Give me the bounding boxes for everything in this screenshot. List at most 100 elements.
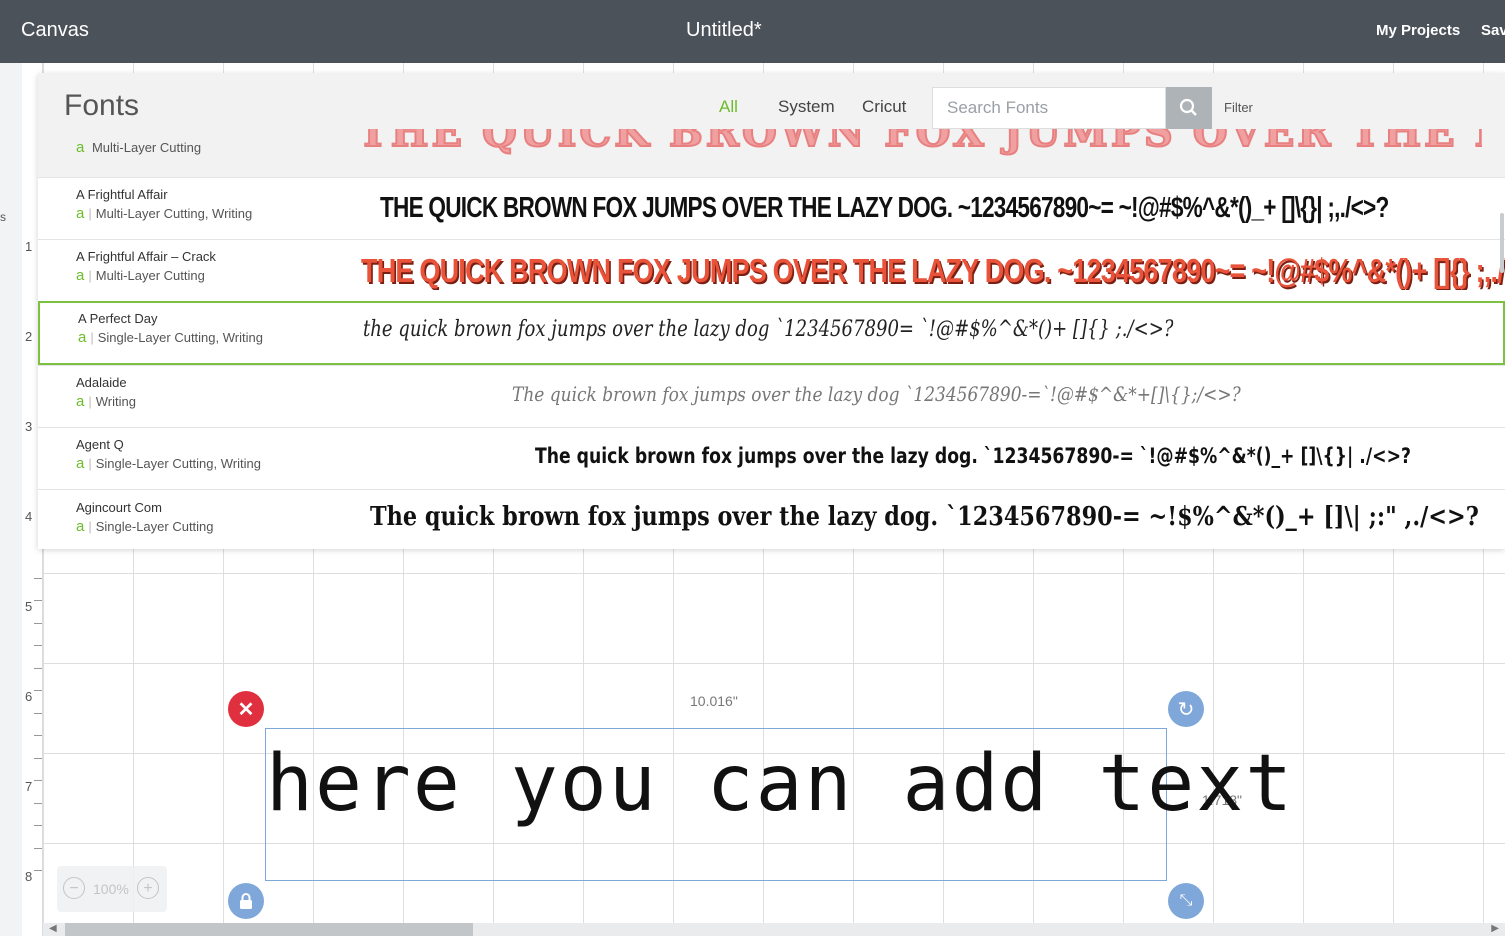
tab-system[interactable]: System [778, 97, 835, 117]
divider: | [88, 206, 92, 221]
search-button[interactable] [1166, 87, 1212, 129]
font-list-item[interactable]: Adalaide a | Writing The quick brown fox j… [38, 365, 1505, 428]
delete-handle[interactable]: ✕ [228, 691, 264, 727]
font-name: Agent Q [76, 437, 124, 452]
divider: | [88, 268, 92, 283]
divider: | [88, 456, 92, 471]
divider: | [90, 330, 94, 345]
top-header-bar: Canvas Untitled* My Projects Sav [0, 0, 1505, 63]
font-sample-text: The quick brown fox jumps over the lazy … [535, 444, 1411, 468]
search-icon [1179, 98, 1197, 116]
font-category-label: Single-Layer Cutting [95, 519, 214, 534]
ruler-tick [34, 848, 42, 849]
divider: | [88, 519, 92, 534]
ruler-tick [34, 690, 42, 691]
font-type-icon: a [76, 139, 85, 156]
font-name: Agincourt Com [76, 500, 162, 515]
scroll-left-icon[interactable]: ◀ [49, 923, 57, 934]
font-type-icon: a [76, 205, 85, 222]
rotate-icon: ↻ [1177, 698, 1195, 721]
text-object-content[interactable]: here you can add text [266, 739, 1292, 829]
font-category: a | Single-Layer Cutting, Writing [76, 455, 261, 472]
font-list-item[interactable]: Agent Q a | Single-Layer Cutting, Writing … [38, 427, 1505, 490]
font-type-icon: a [76, 393, 85, 410]
save-button[interactable]: Sav [1481, 22, 1505, 39]
my-projects-button[interactable]: My Projects [1376, 22, 1460, 39]
font-type-icon: a [78, 329, 87, 346]
fonts-panel-header: Fonts All System Cricut Filter a Multi-L… [38, 73, 1505, 177]
document-title[interactable]: Untitled* [686, 19, 762, 42]
ruler-label: 7 [25, 779, 33, 794]
tab-cricut[interactable]: Cricut [862, 97, 906, 117]
ruler-tick [34, 870, 42, 871]
horizontal-scrollbar[interactable]: ◀ ▶ [43, 923, 1505, 936]
font-category-label: Writing [95, 394, 136, 409]
lock-handle[interactable] [228, 883, 264, 919]
font-list-scrollbar[interactable] [1500, 213, 1504, 273]
font-sample-text: The quick brown fox jumps over the lazy … [370, 502, 1479, 532]
font-sample-text: the quick brown fox jumps over the lazy … [363, 317, 1174, 342]
font-category: a | Multi-Layer Cutting, Writing [76, 205, 252, 222]
ruler-label: 5 [25, 599, 33, 614]
ruler-tick [34, 780, 42, 781]
font-list-item-selected[interactable]: A Perfect Day a | Single-Layer Cutting, Wr… [38, 301, 1505, 365]
zoom-in-button[interactable]: + [137, 877, 159, 899]
text-object-bounding-box[interactable]: here you can add text [265, 728, 1292, 881]
ruler-label: 8 [25, 869, 33, 884]
font-list-item[interactable]: A Frightful Affair a | Multi-Layer Cutting… [38, 177, 1505, 240]
close-icon: ✕ [237, 698, 255, 721]
ruler-label: 3 [25, 419, 33, 434]
font-category: a | Writing [76, 393, 136, 410]
ruler-tick [34, 803, 42, 804]
font-sample-partial: THE QUICK BROWN FOX JUMPS OVER THE LAZY … [358, 129, 1482, 159]
font-type-icon: a [76, 518, 85, 535]
font-list-item[interactable]: Agincourt Com a | Single-Layer Cutting The… [38, 489, 1505, 549]
zoom-level: 100% [93, 881, 129, 897]
scrollbar-thumb[interactable] [65, 923, 473, 936]
font-list-item[interactable]: A Frightful Affair – Crack a | Multi-Layer… [38, 239, 1505, 302]
font-name: A Frightful Affair – Crack [76, 249, 216, 264]
ruler-tick [34, 645, 42, 646]
font-sample-text: THE QUICK BROWN FOX JUMPS OVER THE LAZY … [358, 129, 1482, 157]
font-sample-text: The quick brown fox jumps over the lazy … [512, 382, 1241, 406]
zoom-control: − 100% + [57, 866, 167, 912]
ruler-label: 2 [25, 329, 33, 344]
ruler-tick [34, 578, 42, 579]
filter-button[interactable]: Filter [1224, 100, 1253, 115]
font-sample-text: THE QUICK BROWN FOX JUMPS OVER THE LAZY … [361, 252, 1505, 289]
font-category-label: Multi-Layer Cutting [95, 268, 205, 283]
font-category: a Multi-Layer Cutting [76, 139, 201, 156]
lock-icon [240, 893, 252, 909]
font-sample-text: THE QUICK BROWN FOX JUMPS OVER THE LAZY … [380, 192, 1389, 224]
font-category: a | Single-Layer Cutting [76, 518, 214, 535]
ruler-label: 1 [25, 239, 33, 254]
scroll-right-icon[interactable]: ▶ [1491, 923, 1499, 934]
font-category: a | Single-Layer Cutting, Writing [78, 329, 263, 346]
app-title[interactable]: Canvas [21, 19, 89, 42]
divider: | [88, 394, 92, 409]
search-fonts-input[interactable] [945, 88, 1169, 128]
tab-all[interactable]: All [719, 97, 738, 117]
fonts-panel: Fonts All System Cricut Filter a Multi-L… [38, 73, 1505, 549]
resize-handle[interactable]: ⤡ [1168, 883, 1204, 919]
rotate-handle[interactable]: ↻ [1168, 691, 1204, 727]
ruler-tick [34, 600, 42, 601]
search-fonts-field[interactable] [932, 87, 1169, 129]
resize-icon: ⤡ [1179, 892, 1193, 909]
fonts-panel-title: Fonts [64, 89, 140, 122]
font-name: A Perfect Day [78, 311, 158, 326]
ruler-tick [34, 668, 42, 669]
font-name: A Frightful Affair [76, 187, 168, 202]
zoom-out-button[interactable]: − [63, 877, 85, 899]
font-name: Adalaide [76, 375, 127, 390]
width-dimension-label: 10.016" [690, 693, 738, 709]
ruler-tick [34, 825, 42, 826]
font-category-label: Multi-Layer Cutting [91, 140, 202, 155]
font-category-label: Single-Layer Cutting, Writing [95, 456, 261, 471]
ruler-tick [34, 735, 42, 736]
ruler-tick [34, 758, 42, 759]
side-panel-label: s [0, 210, 6, 224]
ruler-tick [34, 623, 42, 624]
font-category: a | Multi-Layer Cutting [76, 267, 205, 284]
ruler-label: 4 [25, 509, 33, 524]
